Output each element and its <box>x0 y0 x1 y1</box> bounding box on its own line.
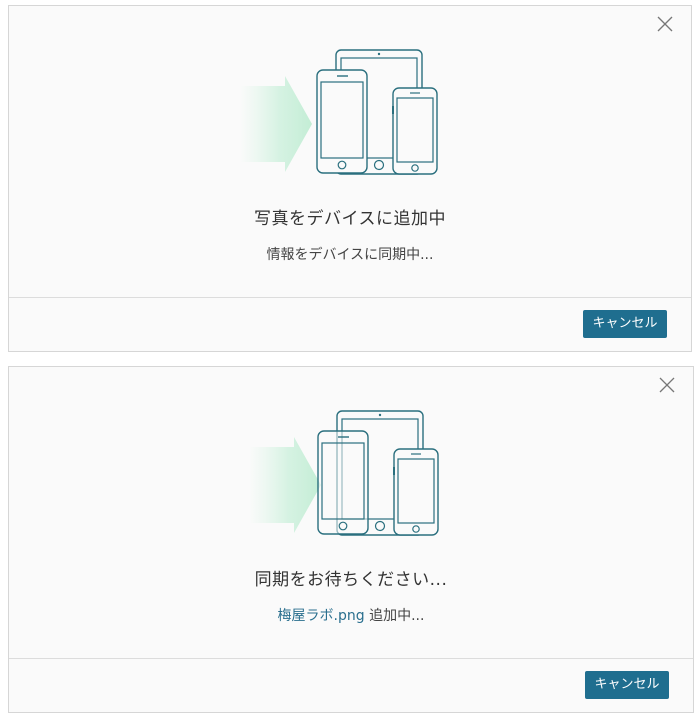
dialog-subtitle: 梅屋ラボ.png 追加中... <box>9 605 693 625</box>
divider <box>9 297 691 298</box>
file-name: 梅屋ラボ.png <box>277 608 365 624</box>
status-text: 追加中... <box>364 608 425 624</box>
dialog-title: 同期をお待ちください... <box>254 570 448 590</box>
cancel-button[interactable]: キャンセル <box>585 671 669 699</box>
devices-sync-icon <box>241 409 461 539</box>
close-icon[interactable] <box>659 377 675 393</box>
cancel-button[interactable]: キャンセル <box>583 310 667 338</box>
close-icon[interactable] <box>657 16 673 32</box>
devices-sync-icon <box>240 48 460 178</box>
sync-dialog: 同期をお待ちください... 梅屋ラボ.png 追加中... キャンセル <box>8 366 694 713</box>
sync-dialog: 写真をデバイスに追加中 情報をデバイスに同期中... キャンセル <box>8 5 692 352</box>
divider <box>9 658 693 659</box>
dialog-title: 写真をデバイスに追加中 <box>254 209 446 229</box>
dialog-subtitle: 情報をデバイスに同期中... <box>266 247 434 263</box>
